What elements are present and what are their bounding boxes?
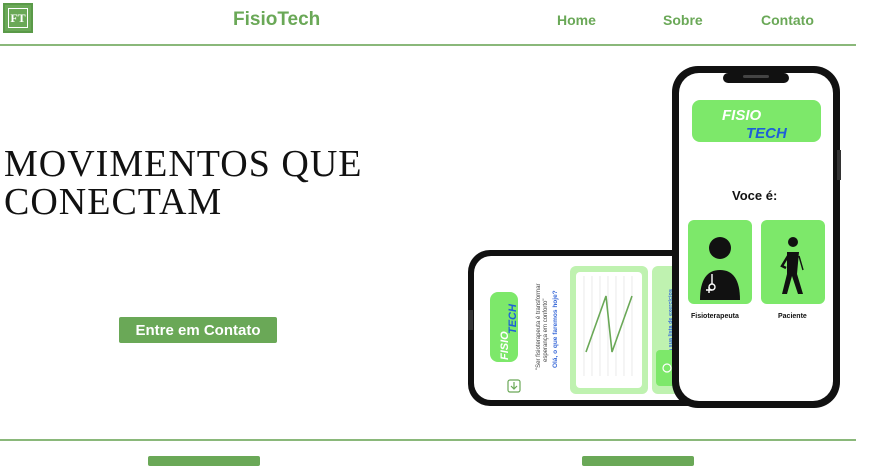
back-text-2: esperança em conforto" bbox=[543, 299, 549, 363]
back-logo-fisio: FISIO bbox=[499, 331, 511, 360]
option-fisioterapeuta[interactable] bbox=[688, 220, 752, 304]
front-logo-fisio: FISIO bbox=[722, 107, 762, 124]
hero-title: MOVIMENTOS QUE CONECTAM bbox=[4, 145, 424, 221]
front-logo-tech: TECH bbox=[746, 125, 788, 142]
logo-text: FT bbox=[8, 8, 28, 28]
navbar: FT FisioTech Home Sobre Contato bbox=[0, 0, 856, 46]
nav-link-home[interactable]: Home bbox=[557, 12, 596, 28]
option-paciente[interactable] bbox=[761, 220, 825, 304]
hero-title-line-1: MOVIMENTOS QUE bbox=[4, 143, 363, 185]
nav-link-sobre[interactable]: Sobre bbox=[663, 12, 703, 28]
back-text-1: "Ser fisioterapeuta é transformar bbox=[536, 283, 542, 370]
front-phone: FISIO TECH Voce é: Fisioterapeuta Pacien… bbox=[672, 66, 841, 408]
footer-button-left[interactable] bbox=[148, 456, 260, 466]
nav-link-contato[interactable]: Contato bbox=[761, 12, 814, 28]
option-1-label: Fisioterapeuta bbox=[691, 313, 739, 320]
footer-button-right[interactable] bbox=[582, 456, 694, 466]
phones-mockup: FISIO TECH "Ser fisioterapeuta é transfo… bbox=[468, 66, 841, 408]
front-question: Voce é: bbox=[732, 188, 777, 203]
hero-title-line-2: CONECTAM bbox=[4, 181, 223, 223]
back-text-3: Olá, o que faremos hoje? bbox=[552, 290, 559, 368]
footer-divider bbox=[0, 439, 856, 441]
logo[interactable]: FT bbox=[3, 3, 33, 33]
back-logo-tech: TECH bbox=[507, 303, 519, 334]
brand-name[interactable]: FisioTech bbox=[233, 9, 320, 31]
option-2-label: Paciente bbox=[778, 313, 807, 320]
contact-button[interactable]: Entre em Contato bbox=[119, 317, 277, 343]
